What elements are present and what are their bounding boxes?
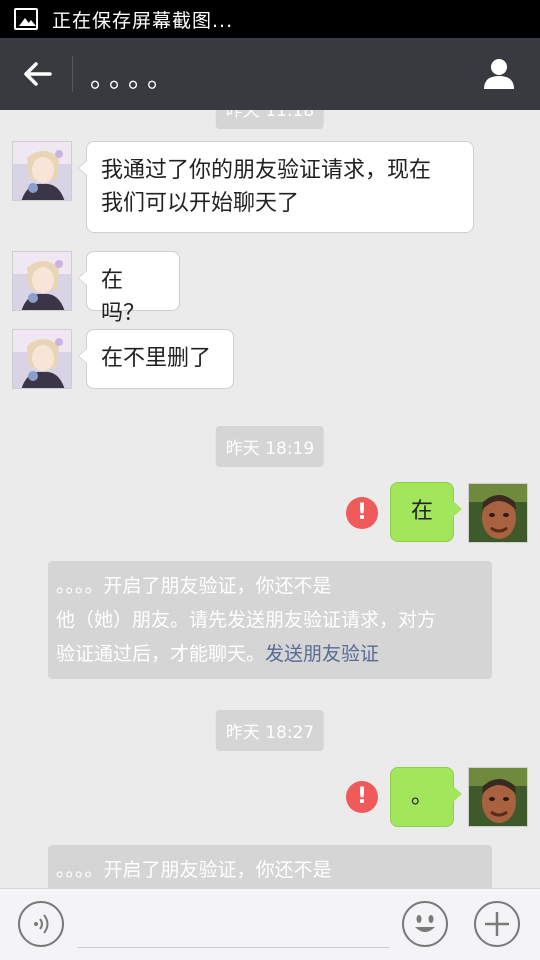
person-icon[interactable] [482,56,516,90]
contact-avatar[interactable] [12,251,72,311]
message-text: 。 [410,784,433,809]
notice-text: 他（她）朋友。请先发送朋友验证请求，对方 [56,609,437,631]
message-input[interactable] [78,947,390,948]
chat-area[interactable]: 昨天 11:18 我通过了你的朋友验证请求，现在 我们可以开始聊天了 在吗？ 在… [0,110,540,888]
status-bar: 正在保存屏幕截图... [0,0,540,38]
contact-avatar[interactable] [12,329,72,389]
notice-text: 。。。。开启了朋友验证，你还不是 [56,859,332,881]
chat-header: 。。。。 [0,38,540,110]
voice-icon[interactable] [18,901,64,947]
timestamp: 昨天 18:27 [215,710,325,751]
chat-title: 。。。。 [90,64,180,94]
system-notice: 。。。。开启了朋友验证，你还不是 [48,845,492,888]
message-text: 在吗？ [101,268,146,326]
image-icon [14,8,38,30]
back-arrow-icon[interactable] [20,56,56,92]
message-text: 在 [410,499,433,524]
my-avatar[interactable] [468,767,528,827]
timestamp: 昨天 11:18 [215,110,325,129]
notice-text: 验证通过后，才能聊天。 [56,643,266,665]
header-divider [72,56,73,92]
send-verification-link[interactable]: 发送朋友验证 [265,643,379,665]
incoming-message-bubble[interactable]: 我通过了你的朋友验证请求，现在 我们可以开始聊天了 [78,141,474,233]
status-text: 正在保存屏幕截图... [52,9,234,32]
message-text: 我们可以开始聊天了 [101,191,300,216]
system-notice: 。。。。开启了朋友验证，你还不是 他（她）朋友。请先发送朋友验证请求，对方 验证… [48,561,492,679]
send-failed-icon[interactable]: ! [346,497,378,529]
incoming-message-bubble[interactable]: 在吗？ [78,251,180,326]
outgoing-message-bubble[interactable]: 。 [390,767,462,827]
message-text: 在不里删了 [101,346,212,371]
contact-avatar[interactable] [12,141,72,201]
input-bar [0,888,540,960]
outgoing-message-bubble[interactable]: 在 [390,482,462,542]
send-failed-icon[interactable]: ! [346,781,378,813]
message-text: 我通过了你的朋友验证请求，现在 [101,158,432,183]
incoming-message-bubble[interactable]: 在不里删了 [78,329,234,389]
emoji-icon[interactable] [402,901,448,947]
my-avatar[interactable] [468,483,528,543]
plus-icon[interactable] [474,901,520,947]
notice-text: 。。。。开启了朋友验证，你还不是 [56,575,332,597]
timestamp: 昨天 18:19 [215,426,325,467]
